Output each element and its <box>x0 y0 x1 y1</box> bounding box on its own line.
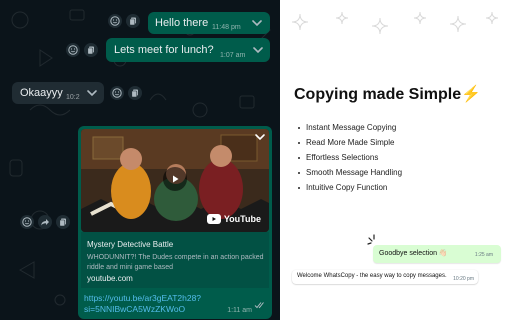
youtube-logo: YouTube <box>206 214 261 224</box>
message-link[interactable]: https://youtu.be/ar3gEAT2h28? si=5NNIBwC… <box>84 293 224 315</box>
message-text: Hello there <box>155 17 209 29</box>
bullet-icon <box>298 156 300 159</box>
copy-icon <box>129 17 136 26</box>
list-item: Read More Made Simple <box>298 135 402 150</box>
copy-icon <box>59 218 66 227</box>
message-bubble[interactable]: Okaayyy 10:2 <box>12 82 104 104</box>
sparkle-icon <box>291 11 499 35</box>
bullet-icon <box>298 126 300 129</box>
play-icon <box>173 175 179 183</box>
demo-incoming-message: Welcome WhatsCopy - the easy way to copy… <box>292 270 478 284</box>
message-time: 1:11 am <box>227 307 252 314</box>
message-actions <box>66 43 98 57</box>
play-button[interactable] <box>163 167 187 191</box>
demo-outgoing-message: Goodbye selection 👋🏻 1:25 am <box>373 245 501 263</box>
smiley-icon <box>68 45 78 55</box>
list-item: Effortless Selections <box>298 150 402 165</box>
link-preview-title: Mystery Detective Battle <box>87 240 174 249</box>
message-text: Okaayyy <box>20 87 63 99</box>
link-preview-domain: youtube.com <box>87 274 133 283</box>
bullet-icon <box>298 171 300 174</box>
message-actions <box>20 215 70 229</box>
list-item: Intuitive Copy Function <box>298 180 402 195</box>
chevron-down-icon <box>255 134 265 141</box>
link-preview-message[interactable]: YouTube Mystery Detective Battle WHODUNN… <box>78 126 272 319</box>
react-button[interactable] <box>108 14 122 28</box>
message-actions <box>110 86 142 100</box>
smiley-icon <box>112 88 122 98</box>
message-bubble[interactable]: Lets meet for lunch? 1:07 am <box>106 38 270 62</box>
feature-list: Instant Message Copying Read More Made S… <box>298 120 402 195</box>
bullet-icon <box>298 141 300 144</box>
chevron-down-icon <box>87 90 97 97</box>
react-button[interactable] <box>20 215 34 229</box>
message-time: 11:48 pm <box>212 24 241 31</box>
link-url-line: https://youtu.be/ar3gEAT2h28? <box>84 293 202 303</box>
list-item: Smooth Message Handling <box>298 165 402 180</box>
copy-button[interactable] <box>84 43 98 57</box>
copy-button[interactable] <box>128 86 142 100</box>
bullet-icon <box>298 186 300 189</box>
message-time: 1:07 am <box>220 52 246 59</box>
chat-panel: Hello there 11:48 pm Lets meet for lunch… <box>0 0 280 320</box>
smiley-icon <box>110 16 120 26</box>
demo-message-text: Goodbye selection 👋🏻 <box>379 250 448 257</box>
video-thumbnail[interactable]: YouTube <box>81 129 269 232</box>
demo-message-time: 10:20 pm <box>453 276 474 282</box>
copy-button[interactable] <box>126 14 140 28</box>
chevron-down-icon <box>253 47 263 54</box>
message-text: Lets meet for lunch? <box>114 44 214 56</box>
lightning-icon: ⚡ <box>461 86 482 103</box>
demo-message-text: Welcome WhatsCopy - the easy way to copy… <box>297 273 447 279</box>
copy-icon <box>131 89 138 98</box>
react-button[interactable] <box>66 43 80 57</box>
chevron-down-icon <box>252 20 262 27</box>
message-bubble[interactable]: Hello there 11:48 pm <box>148 12 270 34</box>
message-menu-button[interactable] <box>251 44 265 56</box>
demo-message-time: 1:25 am <box>474 252 493 258</box>
page-title: Copying made Simple⚡ <box>294 84 481 104</box>
link-preview-meta[interactable]: Mystery Detective Battle WHODUNNIT?! The… <box>81 232 269 288</box>
copy-button[interactable] <box>56 215 70 229</box>
promo-panel: Copying made Simple⚡ Instant Message Cop… <box>280 0 512 320</box>
message-menu-button[interactable] <box>85 87 99 99</box>
copy-icon <box>87 46 94 55</box>
link-preview-description: WHODUNNIT?! The Dudes compete in an acti… <box>87 254 264 271</box>
list-item: Instant Message Copying <box>298 120 402 135</box>
message-menu-button[interactable] <box>250 17 264 29</box>
message-actions <box>108 14 140 28</box>
youtube-play-icon <box>206 214 221 224</box>
message-time: 10:2 <box>66 94 80 101</box>
title-text: Copying made Simple <box>294 86 462 103</box>
smiley-icon <box>22 217 32 227</box>
youtube-brand: YouTube <box>223 214 261 224</box>
forward-icon <box>41 219 49 226</box>
message-menu-button[interactable] <box>253 131 267 143</box>
forward-button[interactable] <box>38 215 52 229</box>
link-url-line: si=5NNIBwCA5WzZKWoO <box>84 304 186 314</box>
double-check-icon <box>254 296 266 314</box>
react-button[interactable] <box>110 86 124 100</box>
